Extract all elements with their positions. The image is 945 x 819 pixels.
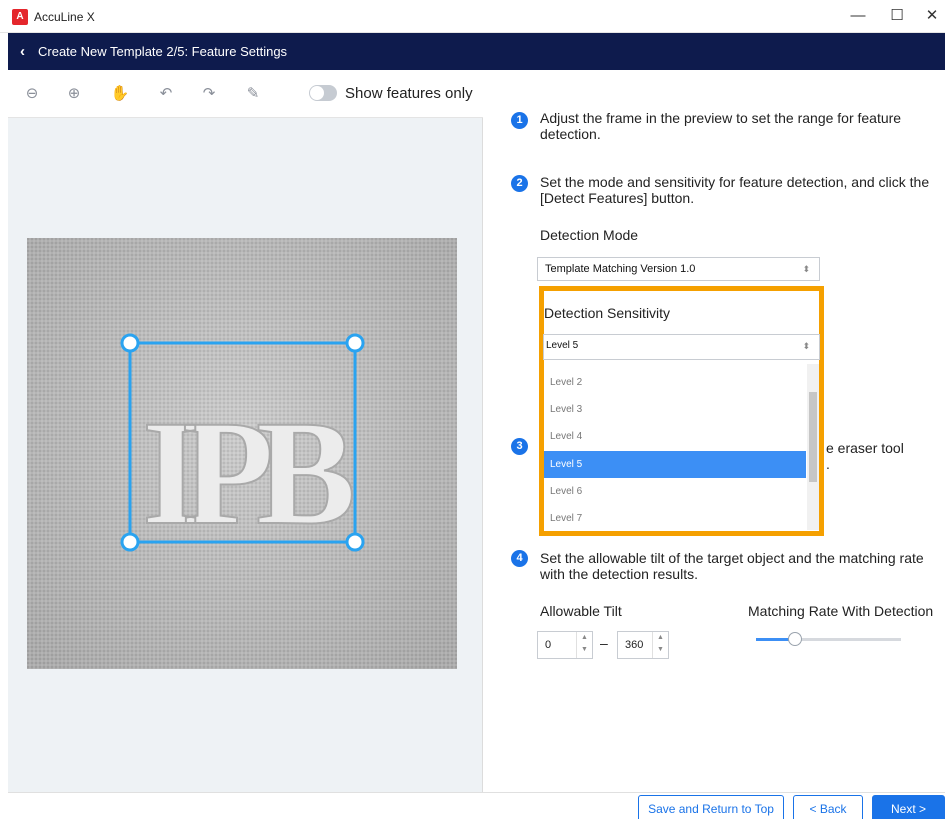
detection-sensitivity-value: Level 5 [546,340,579,351]
step-3-text-partial: e eraser tool [826,440,904,456]
detection-sensitivity-label: Detection Sensitivity [544,305,671,321]
sensitivity-dropdown-list: Level 2 Level 3 Level 4 Level 5 Level 6 … [544,364,819,530]
tilt-max-input[interactable]: 360 ▲ ▼ [617,631,669,659]
option-level-4[interactable]: Level 4 [544,423,806,450]
frame-handle-top-left[interactable] [120,333,140,353]
step-4-text: Set the allowable tilt of the target obj… [540,550,924,582]
window-title-bar: A AccuLine X — ☐ ✕ [0,0,945,33]
step-1-text: Adjust the frame in the preview to set t… [540,110,902,142]
image-preview[interactable]: IPB [27,238,457,669]
back-chevron-icon[interactable]: ‹ [20,43,25,60]
detection-mode-select[interactable]: Template Matching Version 1.0 ⬍ [537,257,820,281]
show-features-toggle[interactable] [309,85,337,101]
minimize-button[interactable]: — [843,6,873,26]
eraser-icon[interactable]: ✎ [241,82,265,106]
step-2-text: Set the mode and sensitivity for feature… [540,174,930,206]
close-button[interactable]: ✕ [917,6,945,26]
frame-handle-bottom-left[interactable] [120,532,140,552]
preview-pane: ⊖ ⊕ ✋ ↶ ↷ ✎ Show features only IPB [8,70,483,792]
embroidered-logo: IPB [142,390,352,556]
step-4-badge: 4 [511,550,528,567]
preview-toolbar: ⊖ ⊕ ✋ ↶ ↷ ✎ Show features only [8,70,483,118]
step-1-badge: 1 [511,112,528,129]
undo-icon[interactable]: ↶ [154,82,178,106]
updown-arrow-icon: ⬍ [802,341,810,351]
redo-icon[interactable]: ↷ [197,82,221,106]
step-2-badge: 2 [511,175,528,192]
option-level-6[interactable]: Level 6 [544,478,806,505]
spin-arrows-icon[interactable]: ▲ ▼ [576,632,592,658]
page-header: ‹ Create New Template 2/5: Feature Setti… [8,33,945,70]
app-logo-icon: A [12,9,28,25]
option-level-5[interactable]: Level 5 [544,451,806,478]
app-title: AccuLine X [34,10,95,24]
step-3-badge: 3 [511,438,528,455]
frame-handle-top-right[interactable] [345,333,365,353]
tilt-range-dash: – [600,635,608,651]
toggle-knob [310,86,324,100]
zoom-out-icon[interactable]: ⊖ [20,82,44,106]
show-features-label: Show features only [345,85,473,102]
spin-arrows-icon[interactable]: ▲ ▼ [652,632,668,658]
next-button[interactable]: Next > [872,795,945,819]
zoom-in-icon[interactable]: ⊕ [62,82,86,106]
option-level-7[interactable]: Level 7 [544,505,806,530]
step-3-text-partial-2: . [826,456,830,472]
option-level-2[interactable]: Level 2 [544,369,806,396]
tilt-max-value: 360 [625,639,644,651]
dropdown-scroll-thumb[interactable] [809,392,817,482]
updown-arrow-icon: ⬍ [802,264,810,274]
option-level-3[interactable]: Level 3 [544,396,806,423]
back-button[interactable]: < Back [793,795,863,819]
detection-mode-label: Detection Mode [540,227,639,243]
maximize-button[interactable]: ☐ [882,6,912,26]
save-return-button[interactable]: Save and Return to Top [638,795,784,819]
sensitivity-highlight-box: Detection Sensitivity Level 5 ⬍ Level 2 … [539,286,824,536]
page-title: Create New Template 2/5: Feature Setting… [38,44,288,59]
allowable-tilt-label: Allowable Tilt [540,603,622,619]
dropdown-scrollbar[interactable] [807,364,819,530]
matching-rate-slider[interactable] [756,632,901,646]
fabric-image: IPB [27,238,457,669]
detection-mode-value: Template Matching Version 1.0 [545,263,696,275]
matching-rate-label: Matching Rate With Detection [748,603,934,619]
hand-pan-icon[interactable]: ✋ [108,82,132,106]
tilt-min-value: 0 [545,639,552,651]
frame-handle-bottom-right[interactable] [345,532,365,552]
detection-sensitivity-select[interactable]: Level 5 ⬍ [543,334,820,360]
slider-knob[interactable] [788,632,803,646]
tilt-min-input[interactable]: 0 ▲ ▼ [537,631,593,659]
